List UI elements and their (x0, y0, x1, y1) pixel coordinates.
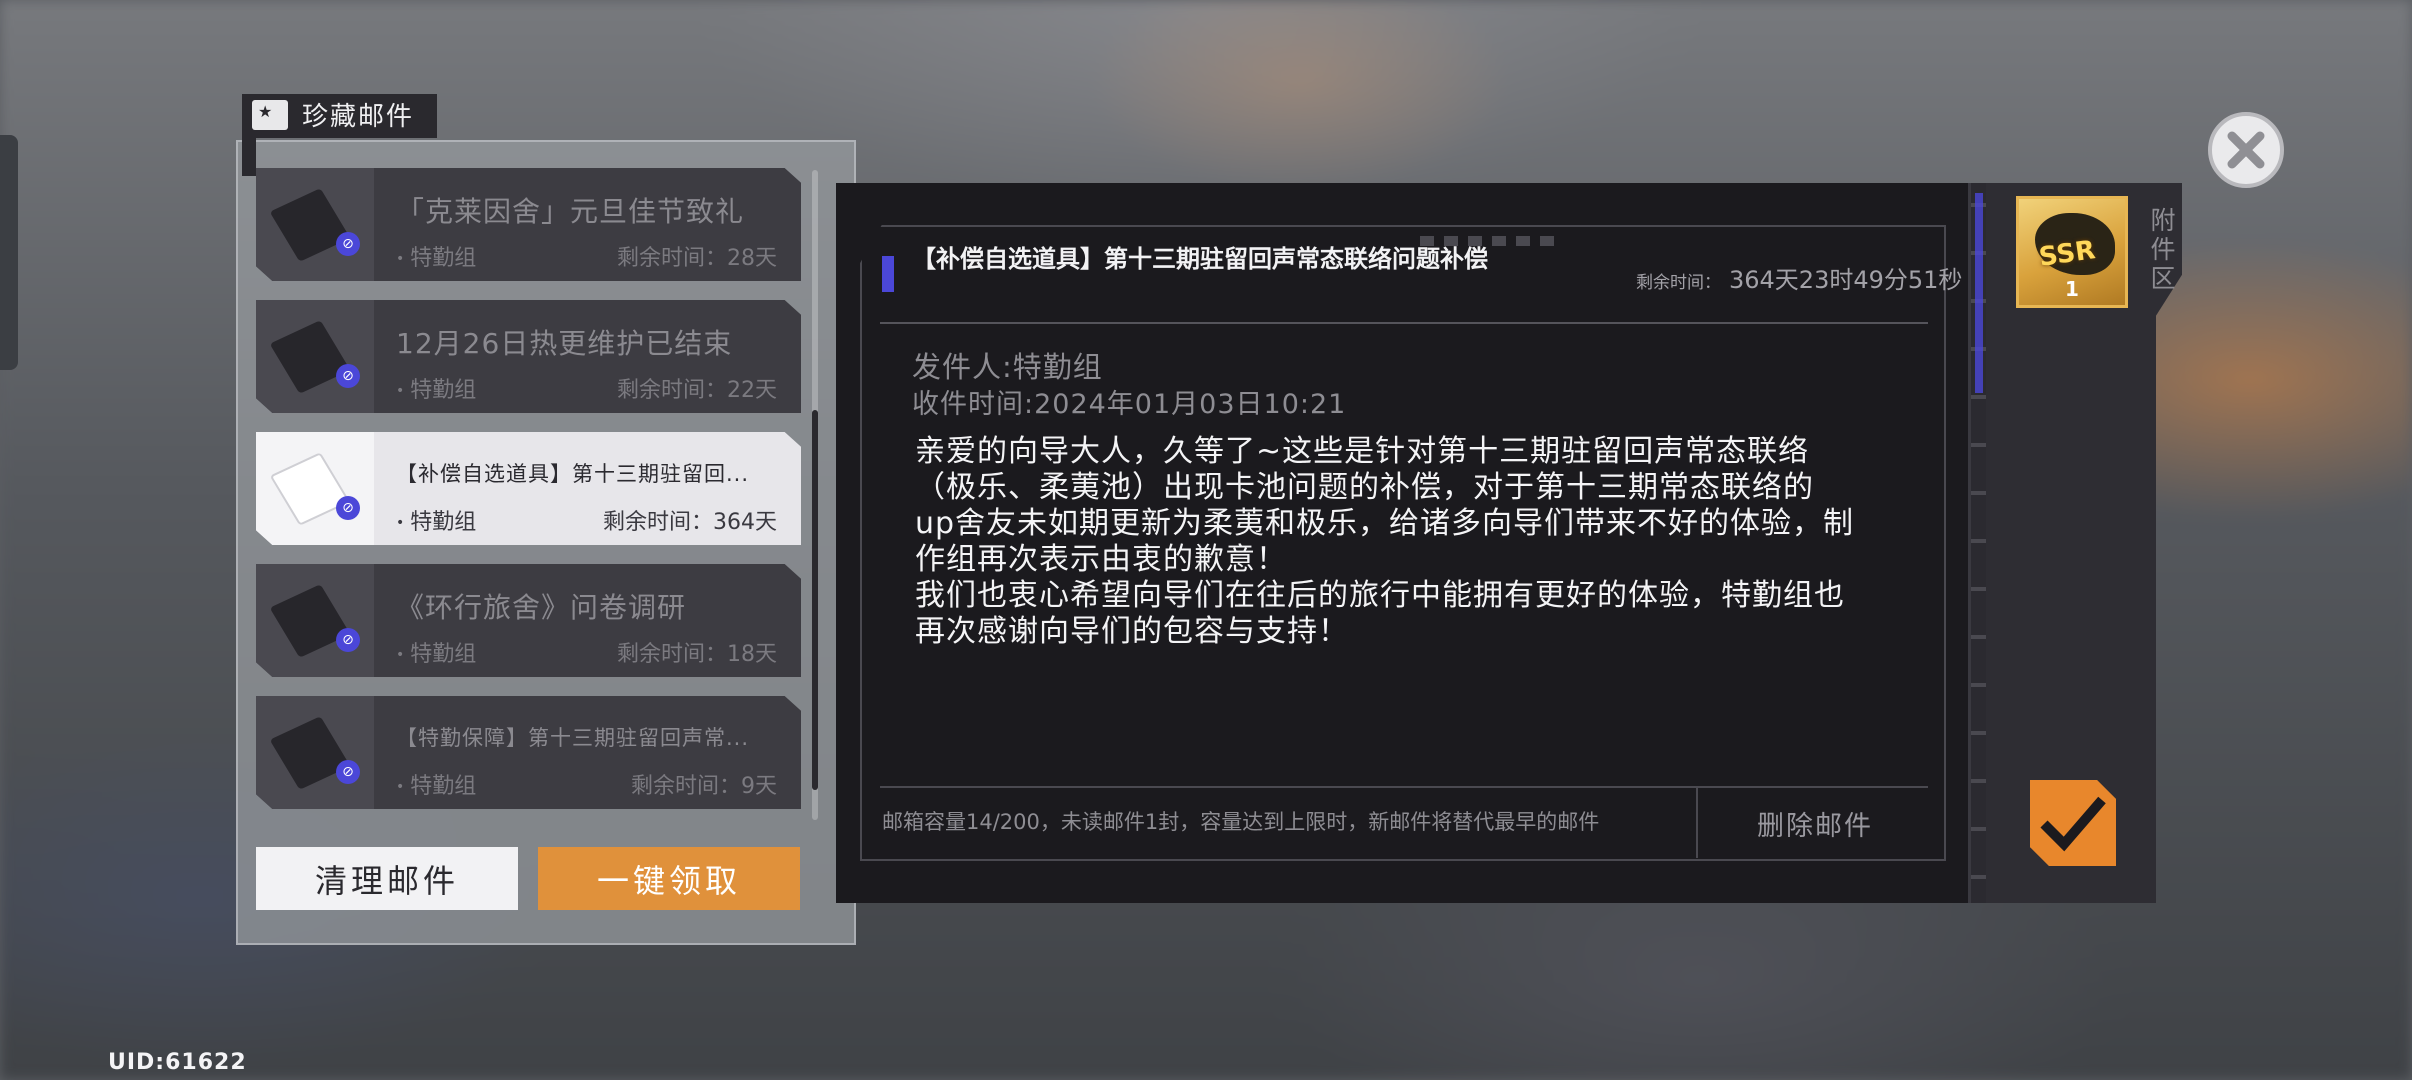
mail-item[interactable]: ⊘ 「克莱因舍」元旦佳节致礼 特勤组 剩余时间：28天 (256, 168, 801, 281)
mail-title: 「克莱因舍」元旦佳节致礼 (396, 195, 745, 228)
mail-title: 【特勤保障】第十三期驻留回声常... (396, 726, 750, 750)
mail-remaining-time: 剩余时间：28天 (617, 246, 777, 271)
divider (1696, 788, 1698, 858)
clean-mail-button[interactable]: 清理邮件 (256, 847, 518, 910)
claim-all-button[interactable]: 一键领取 (538, 847, 800, 910)
mail-sender: 特勤组 (396, 240, 476, 272)
mail-sender-line: 发件人:特勤组 (912, 350, 1103, 384)
mail-sender: 特勤组 (396, 504, 476, 536)
mail-title: 《环行旅舍》问卷调研 (396, 591, 687, 624)
mail-item[interactable]: ⊘ 12月26日热更维护已结束 特勤组 剩余时间：22天 (256, 300, 801, 413)
close-icon (2227, 131, 2265, 169)
remaining-time-label: 剩余时间： (1636, 273, 1721, 293)
mail-remaining-time: 剩余时间：22天 (617, 378, 777, 403)
mail-thumbnail: ⊘ (256, 432, 374, 545)
user-id: UID:61622 (108, 1050, 247, 1075)
attachment-icon: ⊘ (336, 496, 360, 520)
delete-mail-button[interactable]: 删除邮件 (1700, 788, 1930, 858)
star-mail-icon (252, 99, 288, 130)
attachment-icon: ⊘ (336, 364, 360, 388)
mail-thumbnail: ⊘ (256, 696, 374, 809)
mail-thumbnail: ⊘ (256, 564, 374, 677)
side-handle[interactable] (0, 135, 18, 370)
decorative-dots (1420, 236, 1554, 246)
mail-body: 亲爱的向导大人，久等了~这些是针对第十三期驻留回声常态联络 （极乐、柔荑池）出现… (915, 434, 1855, 649)
mail-title: 【补偿自选道具】第十三期驻留回... (396, 462, 750, 486)
mail-thumbnail: ⊘ (256, 300, 374, 413)
mail-remaining-time: 剩余时间：9天 (631, 774, 777, 799)
claimed-check-icon[interactable] (2030, 780, 2116, 866)
remaining-time: 剩余时间： 364天23时49分51秒 (1636, 260, 1962, 295)
subject-marker (882, 256, 894, 292)
mail-remaining-time: 剩余时间：364天 (603, 510, 777, 535)
mail-thumbnail: ⊘ (256, 168, 374, 281)
mail-item[interactable]: ⊘ 《环行旅舍》问卷调研 特勤组 剩余时间：18天 (256, 564, 801, 677)
close-button[interactable] (2208, 112, 2284, 188)
header-tail (242, 136, 256, 176)
mail-item[interactable]: ⊘ 【特勤保障】第十三期驻留回声常... 特勤组 剩余时间：9天 (256, 696, 801, 809)
mail-sender: 特勤组 (396, 768, 476, 800)
mail-sender: 特勤组 (396, 636, 476, 668)
mail-remaining-time: 剩余时间：18天 (617, 642, 777, 667)
divider (880, 322, 1928, 324)
mail-list-scrollbar[interactable] (812, 170, 818, 820)
ssr-item-icon[interactable]: SSR 1 (2016, 196, 2128, 308)
attachment-icon: ⊘ (336, 760, 360, 784)
attachment-icon: ⊘ (336, 232, 360, 256)
scrollbar-thumb[interactable] (812, 410, 818, 790)
mail-subject: 【补偿自选道具】第十三期驻留回声常态联络问题补偿 (912, 245, 1488, 273)
attachment-icon: ⊘ (336, 628, 360, 652)
mail-sender: 特勤组 (396, 372, 476, 404)
mail-title: 12月26日热更维护已结束 (396, 327, 733, 360)
item-count: 1 (2065, 277, 2079, 301)
mail-list-title: 珍藏邮件 (302, 102, 415, 132)
mail-list-header: 珍藏邮件 (242, 94, 437, 138)
mail-received-time: 收件时间:2024年01月03日10:21 (912, 389, 1347, 420)
mailbox-capacity-note: 邮箱容量14/200，未读邮件1封，容量达到上限时，新邮件将替代最早的邮件 (882, 810, 1600, 834)
attachment-area-label: 附件区 (2150, 206, 2176, 293)
remaining-time-value: 364天23时49分51秒 (1729, 266, 1963, 294)
mail-item-selected[interactable]: ⊘ 【补偿自选道具】第十三期驻留回... 特勤组 剩余时间：364天 (256, 432, 801, 545)
